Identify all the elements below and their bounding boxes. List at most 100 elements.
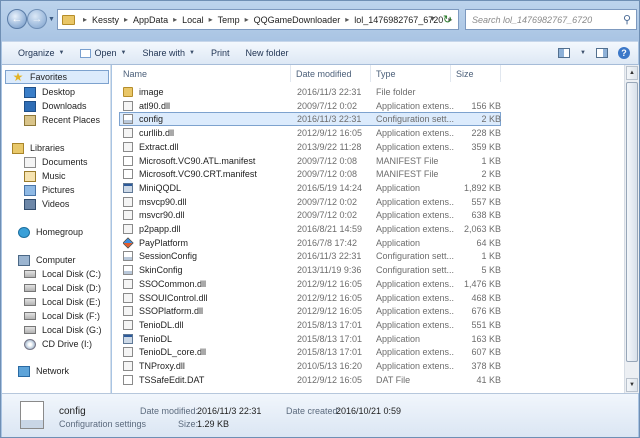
file-date: 2012/9/12 16:05 <box>297 374 363 385</box>
column-header-size[interactable]: Size <box>451 65 501 82</box>
file-row-image[interactable]: image 2016/11/3 22:31 File folder <box>112 85 624 99</box>
organize-button[interactable]: Organize ▼ <box>2 48 72 58</box>
file-date: 2016/5/19 14:24 <box>297 182 363 193</box>
file-size: 228 KB <box>471 128 501 139</box>
file-row-ssoplatform-dll[interactable]: SSOPlatform.dll 2012/9/12 16:05 Applicatio… <box>112 304 624 318</box>
file-name: msvcr90.dll <box>139 210 185 221</box>
back-button[interactable]: ← <box>7 9 27 29</box>
breadcrumb-chevron-icon[interactable]: ▸ <box>83 15 87 24</box>
nav-cd-drive[interactable]: CD Drive (I:) <box>24 337 92 351</box>
file-row-ssouicontrol-dll[interactable]: SSOUIControl.dll 2012/9/12 16:05 Applicati… <box>112 291 624 305</box>
forward-button[interactable]: → <box>27 9 47 29</box>
file-row-atl90-dll[interactable]: atl90.dll 2009/7/12 0:02 Application exten… <box>112 99 624 113</box>
search-icon[interactable]: ⚲ <box>623 13 631 26</box>
address-bar[interactable]: ▸ Kessty ▸ AppData ▸ Local ▸ Temp ▸ QQGa… <box>57 9 459 30</box>
file-row-tnproxy-dll[interactable]: TNProxy.dll 2010/5/13 16:20 Application ex… <box>112 359 624 373</box>
column-header-name[interactable]: Name <box>118 65 291 82</box>
nav-libraries[interactable]: Libraries <box>12 141 65 155</box>
scroll-thumb[interactable] <box>626 82 638 362</box>
scroll-down-icon[interactable]: ▼ <box>626 378 638 392</box>
breadcrumb-chevron-icon[interactable]: ▸ <box>245 15 249 24</box>
file-row-p2papp-dll[interactable]: p2papp.dll 2016/8/21 14:59 Application ext… <box>112 222 624 236</box>
file-name: image <box>139 87 164 97</box>
vertical-scrollbar[interactable]: ▲ ▼ <box>624 65 639 393</box>
file-row-ssocommon-dll[interactable]: SSOCommon.dll 2012/9/12 16:05 Application … <box>112 277 624 291</box>
file-size: 468 KB <box>471 292 501 303</box>
view-dropdown-icon[interactable]: ▼ <box>580 50 586 56</box>
file-name: TSSafeEdit.DAT <box>139 374 205 385</box>
hard-disk-icon <box>24 326 36 334</box>
nav-desktop[interactable]: Desktop <box>24 85 75 99</box>
change-view-icon[interactable] <box>558 48 571 58</box>
breadcrumb-chevron-icon[interactable]: ▸ <box>124 15 128 24</box>
file-date: 2010/5/13 16:20 <box>297 361 363 371</box>
file-row-skinconfig[interactable]: SkinConfig 2013/11/19 9:36 Configuration s… <box>112 263 624 277</box>
nav-pictures[interactable]: Pictures <box>24 183 75 197</box>
nav-computer[interactable]: Computer <box>18 253 76 267</box>
nav-disk-e[interactable]: Local Disk (E:) <box>24 295 101 309</box>
nav-documents[interactable]: Documents <box>24 155 88 169</box>
file-row-miniqqdl[interactable]: MiniQQDL 2016/5/19 14:24 Application 1,892 … <box>112 181 624 195</box>
search-input[interactable]: Search lol_1476982767_6720 ⚲ <box>465 9 637 30</box>
print-button[interactable]: Print <box>203 48 238 58</box>
file-type: Application extens... <box>376 141 454 152</box>
nav-downloads[interactable]: Downloads <box>24 99 87 113</box>
file-date: 2016/8/21 14:59 <box>297 224 363 234</box>
file-type: Application extens... <box>376 278 454 289</box>
details-modified-label: Date modified: <box>140 406 199 416</box>
nav-disk-g[interactable]: Local Disk (G:) <box>24 323 102 337</box>
file-row-tssafeedit-dat[interactable]: TSSafeEdit.DAT 2012/9/12 16:05 DAT File 41 … <box>112 373 624 387</box>
file-row-msvcp90-dll[interactable]: msvcp90.dll 2009/7/12 0:02 Application ext… <box>112 195 624 209</box>
scroll-up-icon[interactable]: ▲ <box>626 66 638 80</box>
toolbar-right: ▼ ? <box>558 47 638 59</box>
preview-pane-icon[interactable] <box>596 48 608 58</box>
nav-homegroup[interactable]: Homegroup <box>18 225 83 239</box>
file-name-cell: TNProxy.dll <box>123 359 291 373</box>
file-row-microsoft-vc90-crt-manifest[interactable]: Microsoft.VC90.CRT.manifest 2009/7/12 0:0… <box>112 167 624 181</box>
open-button[interactable]: Open ▼ <box>72 48 134 58</box>
breadcrumb-kessty[interactable]: Kessty <box>92 15 119 25</box>
file-row-extract-dll[interactable]: Extract.dll 2013/9/22 11:28 Application ex… <box>112 140 624 154</box>
breadcrumb-local[interactable]: Local <box>182 15 204 25</box>
nav-label: Videos <box>42 199 70 209</box>
breadcrumb-chevron-icon[interactable]: ▸ <box>345 15 349 24</box>
file-row-teniodl-dll[interactable]: TenioDL.dll 2015/8/13 17:01 Application ex… <box>112 318 624 332</box>
nav-network[interactable]: Network <box>18 364 69 378</box>
breadcrumb-chevron-icon[interactable]: ▸ <box>173 15 177 24</box>
file-row-config[interactable]: config 2016/11/3 22:31 Configuration sett.… <box>112 112 624 127</box>
breadcrumb-qqgamedownloader[interactable]: QQGameDownloader <box>254 15 341 25</box>
breadcrumb-appdata[interactable]: AppData <box>133 15 168 25</box>
nav-disk-d[interactable]: Local Disk (D:) <box>24 281 101 295</box>
share-with-button[interactable]: Share with ▼ <box>134 48 202 58</box>
cd-drive-icon <box>24 338 36 350</box>
file-row-curllib-dll[interactable]: curllib.dll 2012/9/12 16:05 Application ex… <box>112 126 624 140</box>
back-arrow-icon: ← <box>11 13 23 25</box>
file-date: 2009/7/12 0:08 <box>297 169 358 180</box>
nav-favorites[interactable]: ★ Favorites <box>5 70 109 84</box>
file-row-sessionconfig[interactable]: SessionConfig 2016/11/3 22:31 Configuratio… <box>112 249 624 263</box>
nav-videos[interactable]: Videos <box>24 197 69 211</box>
column-header-type[interactable]: Type <box>371 65 451 82</box>
address-dropdown-icon[interactable]: ▼ <box>429 16 436 23</box>
nav-music[interactable]: Music <box>24 169 66 183</box>
recent-pages-dropdown-icon[interactable]: ▼ <box>48 16 55 23</box>
file-name: TenioDL <box>139 333 173 344</box>
cfg-file-icon <box>123 114 133 125</box>
help-icon[interactable]: ? <box>618 47 630 59</box>
column-header-date[interactable]: Date modified <box>291 65 371 82</box>
file-name: TenioDL_core.dll <box>139 347 207 358</box>
file-row-teniodl-core-dll[interactable]: TenioDL_core.dll 2015/8/13 17:01 Applicati… <box>112 345 624 359</box>
new-folder-button[interactable]: New folder <box>237 48 296 58</box>
breadcrumb-temp[interactable]: Temp <box>218 15 240 25</box>
file-row-teniodl[interactable]: TenioDL 2015/8/13 17:01 Application 163 KB <box>112 332 624 346</box>
nav-disk-c[interactable]: Local Disk (C:) <box>24 267 101 281</box>
refresh-icon[interactable]: ↻ <box>439 12 456 27</box>
file-row-microsoft-vc90-atl-manifest[interactable]: Microsoft.VC90.ATL.manifest 2009/7/12 0:0… <box>112 154 624 168</box>
nav-recent-places[interactable]: Recent Places <box>24 113 100 127</box>
file-row-payplatform[interactable]: PayPlatform 2016/7/8 17:42 Application 64 K… <box>112 236 624 250</box>
breadcrumb-chevron-icon[interactable]: ▸ <box>209 15 213 24</box>
file-row-msvcr90-dll[interactable]: msvcr90.dll 2009/7/12 0:02 Application ext… <box>112 208 624 222</box>
nav-disk-f[interactable]: Local Disk (F:) <box>24 309 100 323</box>
organize-label: Organize <box>18 48 55 58</box>
nav-label: Music <box>42 171 66 181</box>
